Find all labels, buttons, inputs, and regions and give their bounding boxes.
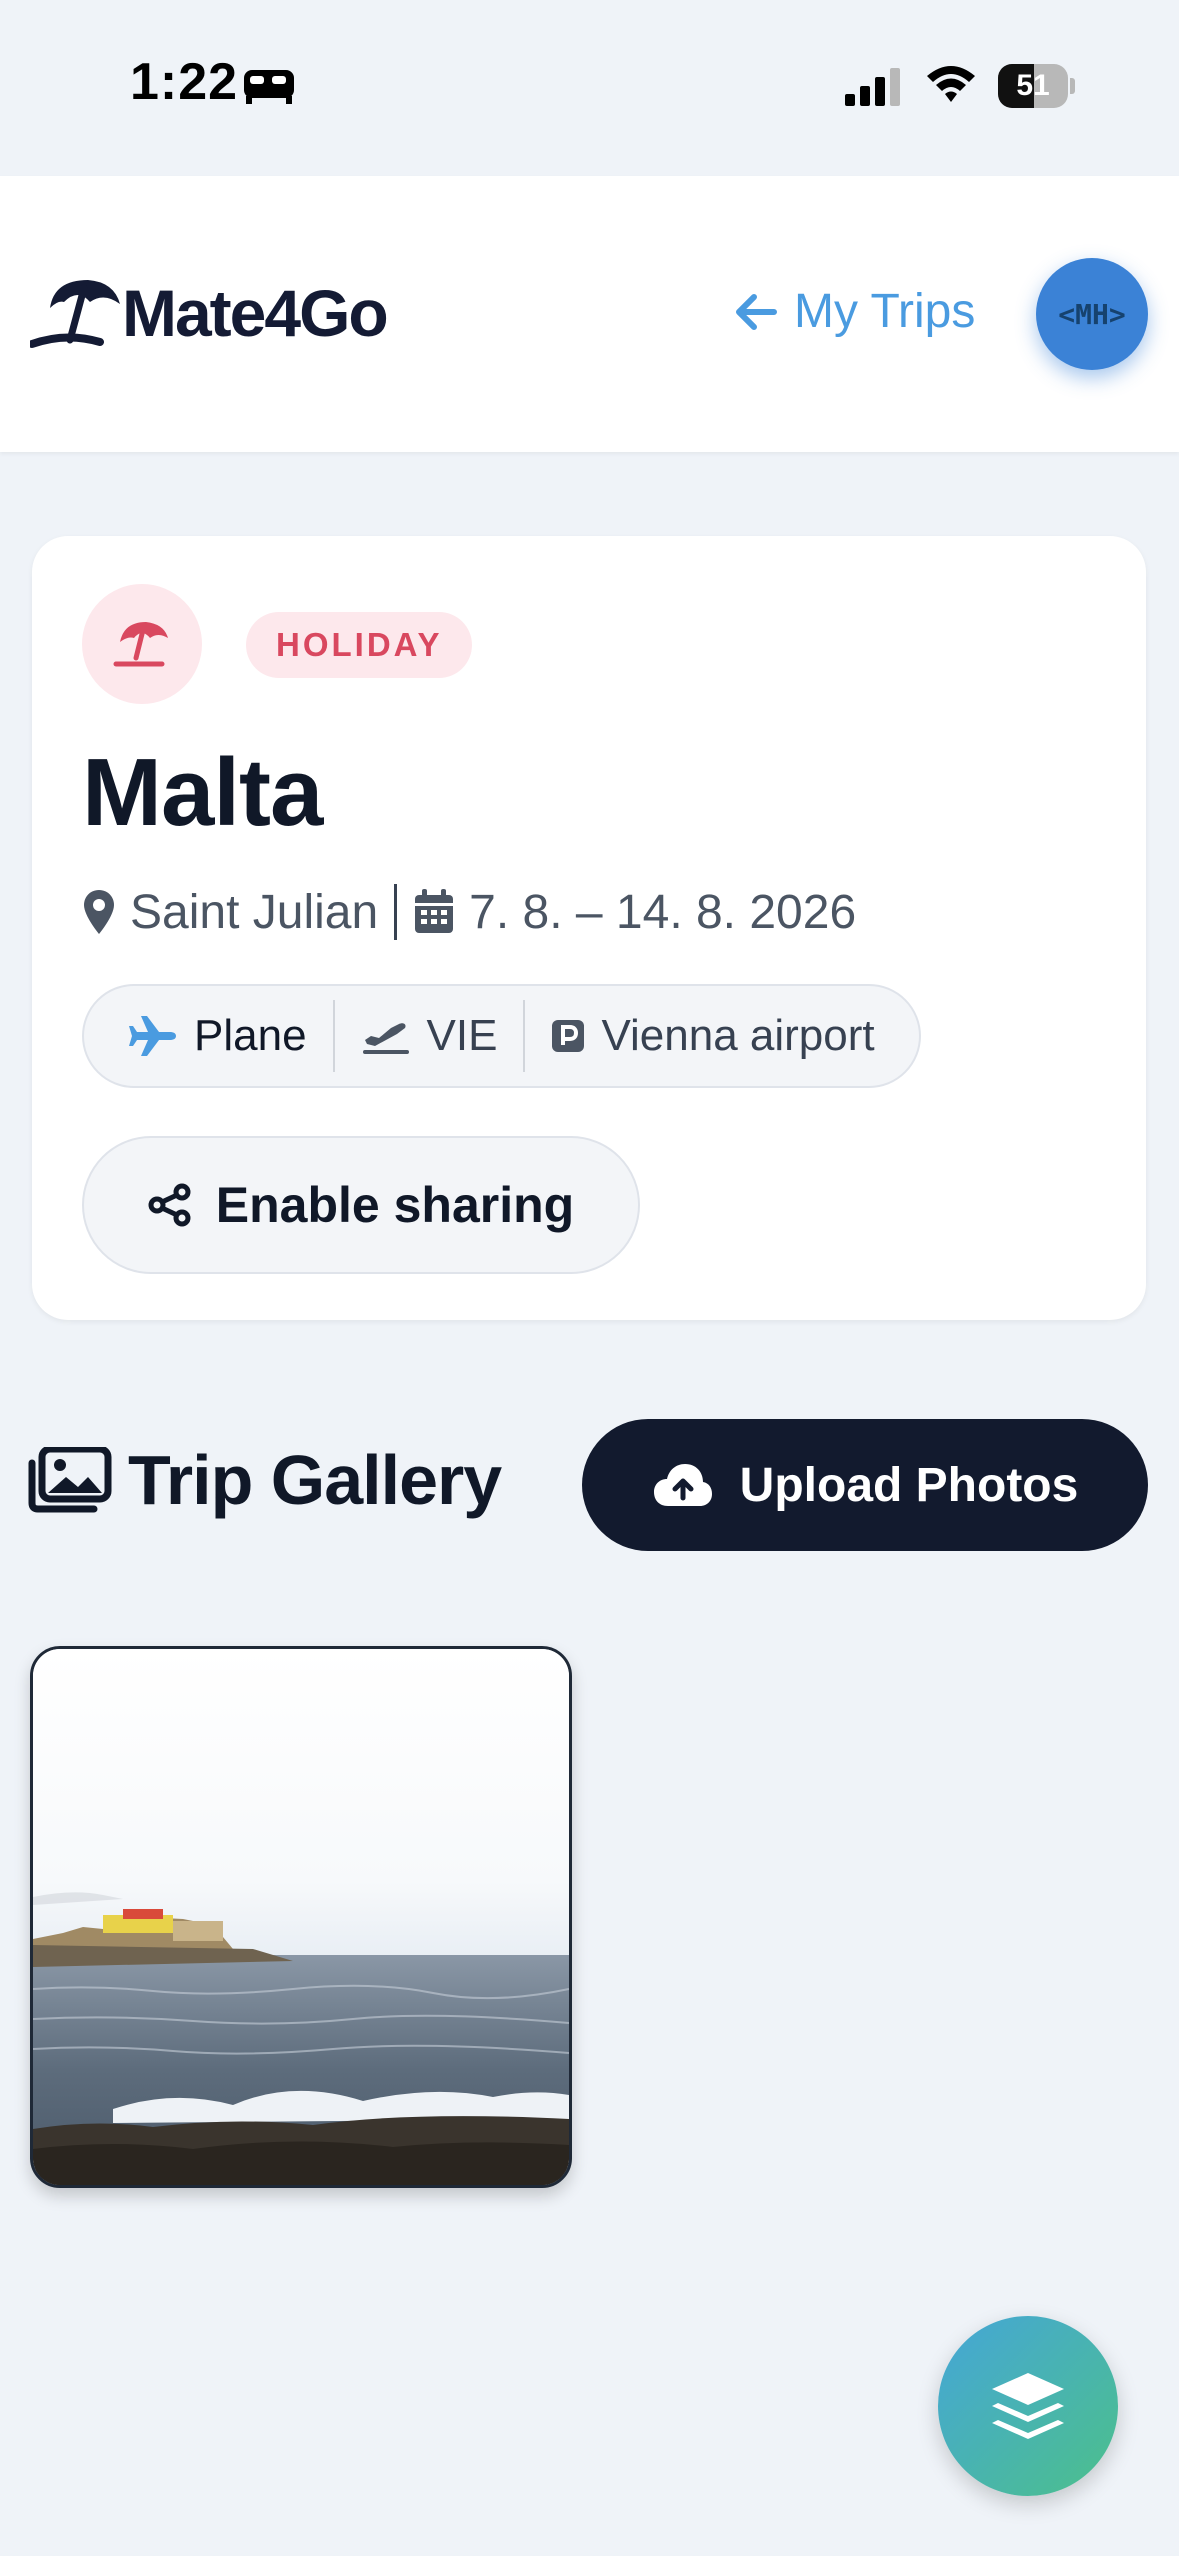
status-time: 1:22 bbox=[130, 53, 239, 111]
malta-coast-photo bbox=[33, 1649, 569, 2185]
transport-divider bbox=[332, 1000, 335, 1072]
transport-mode: Plane bbox=[128, 1011, 307, 1061]
arrow-left-icon bbox=[736, 293, 777, 330]
share-icon bbox=[148, 1183, 191, 1227]
cloud-upload-icon bbox=[653, 1464, 712, 1506]
transport-info: Plane VIE Vienna airport bbox=[82, 984, 921, 1088]
trip-dates: 7. 8. – 14. 8. 2026 bbox=[469, 885, 857, 939]
meta-divider bbox=[394, 884, 398, 940]
umbrella-logo-icon bbox=[30, 280, 120, 348]
trip-title: Malta bbox=[82, 739, 323, 846]
enable-sharing-button[interactable]: Enable sharing bbox=[82, 1136, 640, 1274]
status-bar: 1:22 51 bbox=[0, 0, 1179, 176]
upload-photos-button[interactable]: Upload Photos bbox=[582, 1419, 1148, 1551]
battery-indicator: 51 bbox=[998, 64, 1075, 108]
brand-logo[interactable]: Mate4Go bbox=[30, 274, 389, 352]
calendar-icon bbox=[415, 889, 454, 933]
departure-airport: VIE bbox=[361, 1011, 498, 1061]
gallery-photo[interactable] bbox=[30, 1646, 572, 2188]
wifi-icon bbox=[925, 62, 977, 111]
layers-fab-button[interactable] bbox=[938, 2316, 1118, 2496]
gallery-header: Trip Gallery bbox=[28, 1440, 502, 1520]
beach-umbrella-icon bbox=[82, 584, 202, 704]
transport-mode-label: Plane bbox=[194, 1011, 307, 1060]
brand-name: Mate4Go bbox=[122, 276, 389, 350]
trip-card: HOLIDAY Malta Saint Julian 7. 8. – 14. 8… bbox=[32, 536, 1146, 1320]
gallery-title: Trip Gallery bbox=[128, 1441, 502, 1519]
cellular-signal-icon bbox=[845, 66, 901, 111]
parking-location: Vienna airport bbox=[551, 1011, 875, 1061]
layers-icon bbox=[992, 2373, 1064, 2439]
trip-meta: Saint Julian 7. 8. – 14. 8. 2026 bbox=[82, 884, 856, 940]
app-header: Mate4Go My Trips <MH> bbox=[0, 176, 1179, 452]
transport-divider bbox=[523, 1000, 526, 1072]
parking-icon bbox=[552, 1020, 585, 1052]
my-trips-link[interactable]: My Trips bbox=[734, 284, 975, 339]
battery-percent: 51 bbox=[1016, 69, 1050, 102]
upload-photos-label: Upload Photos bbox=[739, 1458, 1079, 1512]
my-trips-label: My Trips bbox=[794, 285, 976, 338]
avatar[interactable]: <MH> bbox=[1036, 258, 1148, 370]
images-icon bbox=[28, 1447, 112, 1513]
enable-sharing-label: Enable sharing bbox=[215, 1177, 575, 1233]
departure-code: VIE bbox=[426, 1011, 498, 1060]
plane-icon bbox=[129, 1016, 176, 1056]
avatar-initials: <MH> bbox=[1058, 297, 1126, 331]
map-pin-icon bbox=[84, 890, 114, 934]
trip-location: Saint Julian bbox=[130, 885, 379, 939]
category-badge: HOLIDAY bbox=[246, 612, 473, 678]
parking-label: Vienna airport bbox=[601, 1011, 875, 1060]
bed-icon bbox=[242, 64, 296, 109]
plane-departure-icon bbox=[362, 1023, 409, 1054]
